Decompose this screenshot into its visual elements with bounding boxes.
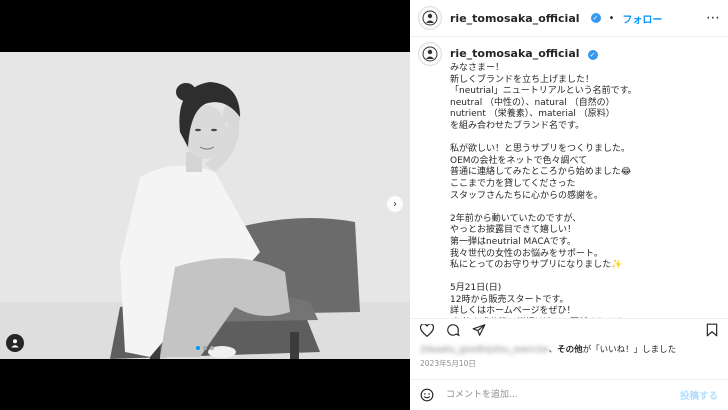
comment-bar: 投稿する bbox=[410, 379, 728, 410]
separator-dot: • bbox=[608, 12, 615, 24]
post-comment-button[interactable]: 投稿する bbox=[680, 388, 718, 402]
post-photo[interactable] bbox=[0, 52, 410, 359]
comment-input[interactable] bbox=[444, 389, 670, 401]
caption-username[interactable]: rie_tomosaka_official bbox=[450, 47, 580, 60]
next-arrow-icon: › bbox=[393, 198, 397, 210]
liker-username[interactable]: 2daaatu_goodinjutsu_exercise bbox=[420, 345, 549, 355]
carousel-dot bbox=[210, 346, 214, 350]
carousel-dot bbox=[203, 346, 207, 350]
post-date: 2023年5月10日 bbox=[420, 359, 476, 368]
likes-suffix: が「いいね！」しました bbox=[582, 345, 677, 355]
comment-icon[interactable] bbox=[446, 323, 460, 337]
verified-icon: ✓ bbox=[587, 50, 598, 60]
heart-icon[interactable] bbox=[420, 323, 434, 337]
avatar-logo-icon bbox=[422, 10, 438, 26]
post-panel: rie_tomosaka_official ✓ • フォロー ⋯ rie_tom… bbox=[410, 0, 728, 410]
caption-area: rie_tomosaka_official ✓ みなさまー！ 新しくブランドを立… bbox=[410, 38, 728, 318]
share-icon[interactable] bbox=[472, 323, 486, 337]
verified-icon: ✓ bbox=[590, 13, 601, 23]
carousel-dots bbox=[0, 346, 410, 350]
carousel-dot bbox=[196, 346, 200, 350]
caption-text: みなさまー！ 新しくブランドを立ち上げました！ 「neutrial」ニュートリア… bbox=[450, 63, 637, 317]
likes-summary: 2daaatu_goodinjutsu_exercise、その他が「いいね！」し… bbox=[420, 345, 677, 355]
action-bar bbox=[410, 318, 728, 341]
emoji-icon[interactable] bbox=[420, 388, 434, 402]
follow-button[interactable]: フォロー bbox=[622, 11, 662, 26]
more-icon[interactable]: ⋯ bbox=[706, 10, 720, 26]
avatar-logo-icon bbox=[422, 46, 438, 62]
media-area: › bbox=[0, 0, 410, 410]
caption-avatar[interactable] bbox=[418, 42, 442, 66]
avatar[interactable] bbox=[418, 6, 442, 30]
post-header: rie_tomosaka_official ✓ • フォロー ⋯ bbox=[410, 0, 728, 37]
username-link[interactable]: rie_tomosaka_official bbox=[450, 12, 580, 25]
likes-others-link[interactable]: その他 bbox=[557, 345, 583, 355]
next-slide-button[interactable]: › bbox=[387, 196, 403, 212]
save-icon[interactable] bbox=[706, 323, 718, 337]
post-modal: › rie_tomosaka_official ✓ • フォロー ⋯ rie_t… bbox=[0, 0, 728, 410]
photo-illustration bbox=[0, 52, 410, 359]
